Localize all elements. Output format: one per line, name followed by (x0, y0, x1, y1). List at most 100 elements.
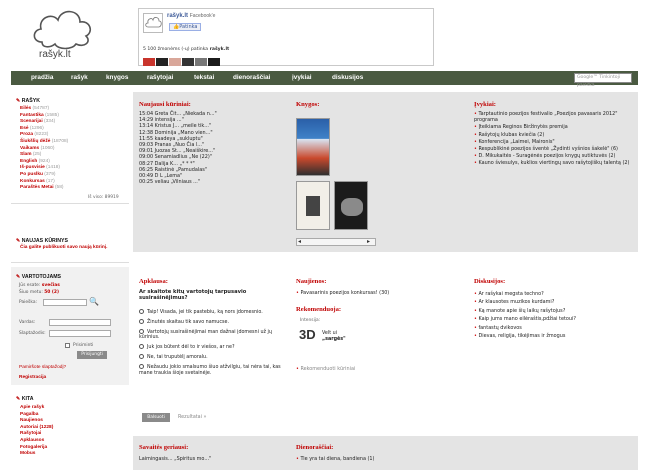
other-link[interactable]: Apie rašyk (20, 405, 126, 412)
recommend-more-link[interactable]: • Rekomenduoti kūriniai (296, 366, 355, 372)
discussion-item[interactable]: • Kaip jums mano eilėraštis,pdžiai tetou… (474, 315, 634, 323)
vote-button[interactable]: Balsuoti (142, 413, 170, 422)
genre-item[interactable]: Po puslku (379) (20, 172, 128, 179)
nav-dienorasciai[interactable]: dienoraščiai (233, 71, 270, 85)
fb-like-count-name[interactable]: rašyk.lt (210, 47, 230, 52)
fb-page-avatar (143, 13, 163, 33)
discussion-item[interactable]: • Dievas, religija, tikėjimas ir žmogus (474, 332, 634, 340)
poll-option[interactable]: Juk jos būtent dėl to ir viešos, ar ne? (139, 344, 281, 351)
event-item[interactable]: • Respublikinė poezijos šventė „Žydinti … (474, 146, 634, 152)
nav-diskusijos[interactable]: diskusijos (332, 71, 363, 85)
search-input[interactable]: Google™ Tinkintoji paieška (574, 73, 632, 88)
radio-button[interactable] (139, 363, 144, 369)
fan-avatar[interactable] (195, 58, 207, 66)
forgot-password-link[interactable]: Pamiršote slaptažodį? (19, 365, 66, 372)
other-link[interactable]: Fotogalerija (20, 445, 126, 452)
poll-question: Ar skaitote kitų vartotojų tarpusavio su… (139, 289, 247, 302)
discussions-list: • Ar rašykai megsta techno? • Ar klausot… (474, 290, 634, 340)
sidebar-search-input[interactable] (43, 299, 87, 306)
cloud-logo-icon (33, 10, 92, 50)
fan-avatar[interactable] (156, 58, 168, 66)
poll-option[interactable]: Žinutės skaitau tik savo namucse. (139, 318, 281, 326)
genre-item[interactable]: Proza (8223) (20, 132, 128, 139)
arrow-right-icon[interactable]: ▸ (367, 238, 370, 245)
arrow-left-icon[interactable]: ◂ (298, 238, 301, 245)
diary-title: Dienoraščiai: (296, 444, 334, 451)
online-value: svečias (41, 283, 60, 288)
discussion-item[interactable]: • Ką manote apie šių laikų rašytojus? (474, 307, 634, 315)
facebook-like-box: rašyk.lt Facebook'e 👍Patinka 5 100 žmonė… (138, 8, 434, 66)
poll-options: Taip! Visada, jei tik pastebiu, ką nors … (139, 309, 281, 379)
radio-button[interactable] (139, 328, 144, 334)
remember-label: Prisiminti (73, 343, 94, 348)
nav-rasytojai[interactable]: rašytojai (147, 71, 173, 85)
fan-avatar[interactable] (208, 58, 220, 66)
results-link[interactable]: Rezultatai » (178, 415, 206, 420)
login-button[interactable]: Prisijungti (77, 351, 107, 359)
other-link[interactable]: Apklausos (20, 438, 126, 445)
nav-rasyk[interactable]: rašyk (71, 71, 88, 85)
discussion-item[interactable]: • Ar klausotes muzikos kurdami? (474, 298, 634, 306)
event-item[interactable]: • Rašytojų klubas kviečia (2) (474, 132, 634, 138)
register-link[interactable]: Registracija (19, 375, 46, 382)
nav-ivykiai[interactable]: įvykiai (292, 71, 312, 85)
genre-item[interactable]: Scenarijai (334) (20, 119, 128, 126)
book-cover[interactable] (296, 118, 330, 176)
main-nav: pradžia rašyk knygos rašytojai tekstai d… (11, 71, 638, 88)
poll-option[interactable]: Vartotojų susirašinėjimai man dažnai įdo… (139, 328, 281, 342)
genre-item[interactable]: Paraštės Metai (58) (20, 185, 128, 192)
username-input[interactable] (49, 319, 111, 326)
other-link[interactable]: Mobus (20, 451, 126, 458)
poll-option[interactable]: Taip! Visada, jei tik pastebiu, ką nors … (139, 309, 281, 316)
nav-knygos[interactable]: knygos (106, 71, 128, 85)
events-list: • Tarptautinio poezijos festivalio „Poez… (474, 111, 634, 168)
other-link[interactable]: Rašytojai (20, 431, 126, 438)
recommend-line: „sargės" (322, 337, 346, 342)
radio-button[interactable] (139, 318, 144, 324)
genre-list: Eilės (54787) Fantastika (1585) Scenarij… (20, 106, 128, 192)
event-item[interactable]: • Tarptautinio poezijos festivalio „Poez… (474, 111, 634, 123)
event-item[interactable]: • Įteikiama Reginos Biržinytės premija (474, 124, 634, 130)
nav-pradzia[interactable]: pradžia (31, 71, 53, 85)
radio-button[interactable] (139, 344, 144, 350)
discussion-item[interactable]: • fantastų dvikovos (474, 324, 634, 332)
poll-option[interactable]: Nežaudu jokio smalsumo šiuo atžvilgiu, t… (139, 363, 281, 377)
fan-avatar[interactable] (182, 58, 194, 66)
fan-avatar[interactable] (169, 58, 181, 66)
event-item[interactable]: • D. Mikukaitės - Suragėnės poezijos kny… (474, 153, 634, 159)
new-work-link[interactable]: Čia galite publikuoti savo naują kūrinį. (20, 245, 126, 251)
week-best-item[interactable]: Laimingasis... „Spiritus mo..." (139, 456, 211, 462)
radio-button[interactable] (139, 309, 144, 314)
event-item[interactable]: • Konferencija „Laimei, Maironis" (474, 139, 634, 145)
nav-tekstai[interactable]: tekstai (194, 71, 214, 85)
divider (11, 262, 129, 263)
site-logo[interactable]: rašyk.lt (28, 4, 98, 66)
remember-checkbox[interactable] (65, 343, 70, 348)
latest-item[interactable]: 00:25 veliau „Vilniaus ..." (139, 179, 287, 185)
news-item[interactable]: • Pavasarinis poezijos konkursas! (30) (296, 290, 389, 296)
magnifier-icon[interactable]: 🔍 (89, 297, 99, 306)
genre-item[interactable]: Šiukšlių dėžė (18708) (20, 139, 128, 146)
book-cover[interactable] (296, 181, 330, 230)
recommend-text[interactable]: Velt ui „sargės" (322, 331, 346, 343)
password-label: Slaptažodis: (19, 331, 46, 336)
discussion-item[interactable]: • Ar rašykai megsta techno? (474, 290, 634, 298)
fb-page-name[interactable]: rašyk.lt (167, 13, 188, 19)
other-link[interactable]: Naujienos (20, 418, 126, 425)
books-scrollbar[interactable]: ◂ ▸ (296, 238, 376, 246)
users-title: VARTOTOJAMS (16, 274, 61, 280)
genre-item[interactable]: Slam (25) (20, 152, 128, 159)
genre-item[interactable]: Iš-pusvisie (1418) (20, 165, 128, 172)
diary-item[interactable]: • Tie yra tai diena, bandiena (1) (296, 456, 374, 462)
fan-avatar[interactable] (143, 58, 155, 66)
password-input[interactable] (49, 330, 111, 337)
wait-label: Šiuo metu: (19, 290, 43, 295)
radio-button[interactable] (139, 353, 144, 359)
genre-item[interactable]: Eilės (54787) (20, 106, 128, 113)
username-label: Vardas: (19, 320, 36, 325)
fb-like-button[interactable]: 👍Patinka (169, 23, 202, 31)
book-cover[interactable] (334, 181, 368, 230)
event-item[interactable]: • Kauno šviesulys, kuklios viertingų sav… (474, 160, 634, 166)
poll-option[interactable]: Ne, tai truputėlį amoralu. (139, 353, 281, 361)
login-box: VARTOTOJAMS Jūs esate: svečias Šiuo metu… (11, 267, 129, 385)
